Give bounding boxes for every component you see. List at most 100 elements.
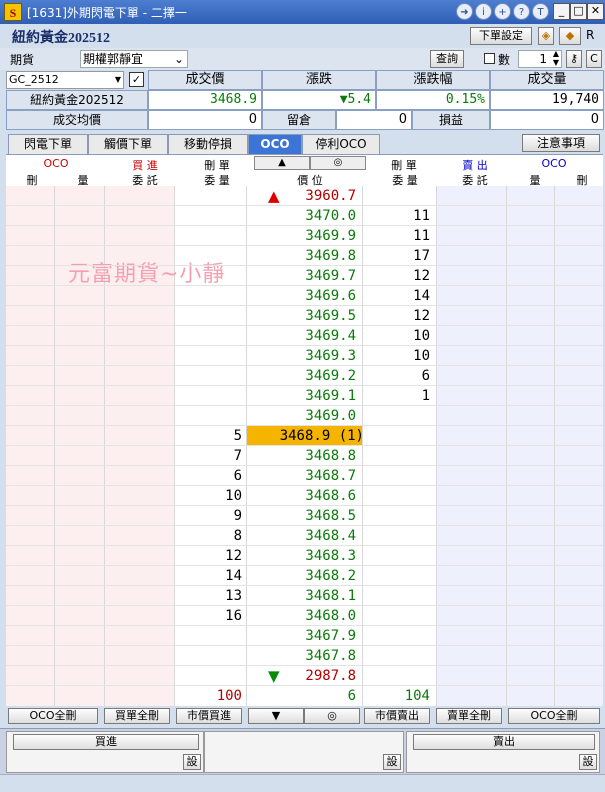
price-cell[interactable]: 3468.8 bbox=[256, 446, 368, 466]
t-icon[interactable]: T bbox=[532, 3, 549, 20]
ask-qty-cell[interactable]: 14 bbox=[370, 286, 430, 306]
order-settings-button[interactable]: 下單設定 bbox=[470, 27, 532, 45]
price-cell[interactable]: 3469.0 bbox=[256, 406, 368, 426]
symbol-select[interactable]: GC_2512 ▼ bbox=[6, 71, 124, 89]
c-button[interactable]: C bbox=[586, 50, 602, 68]
symbol-checkbox[interactable]: ✓ bbox=[129, 72, 144, 87]
keep-label: 留倉 bbox=[262, 110, 336, 130]
tab-flash-order[interactable]: 閃電下單 bbox=[8, 134, 88, 154]
bid-qty-cell[interactable]: 7 bbox=[174, 446, 242, 466]
sell-order-column[interactable] bbox=[436, 186, 506, 706]
notice-button[interactable]: 注意事項 bbox=[522, 134, 600, 152]
price-cell[interactable]: 3468.6 bbox=[256, 486, 368, 506]
oco-cancel-all-left-button[interactable]: OCO全刪 bbox=[8, 708, 98, 724]
ask-qty-cell[interactable]: 1 bbox=[370, 386, 430, 406]
middle-panel: 設 bbox=[204, 731, 404, 773]
price-cell[interactable]: 3469.1 bbox=[256, 386, 368, 406]
cancel-left-title: 刪 單 bbox=[204, 159, 230, 172]
strategy-value: 期權郭靜宜 bbox=[83, 52, 144, 66]
price-cell[interactable]: 3469.8 bbox=[256, 246, 368, 266]
price-cell[interactable]: 3468.0 bbox=[256, 606, 368, 626]
price-cell[interactable]: 3469.4 bbox=[256, 326, 368, 346]
price-cell[interactable]: 3469.7 bbox=[256, 266, 368, 286]
buy-button[interactable]: 買進 bbox=[13, 734, 199, 750]
price-cell[interactable]: 3468.1 bbox=[256, 586, 368, 606]
price-cell[interactable]: 3468.5 bbox=[256, 506, 368, 526]
market-sell-button[interactable]: 市價賣出 bbox=[364, 708, 430, 724]
maximize-icon[interactable]: □ bbox=[570, 3, 587, 20]
center-price-bottom-button[interactable]: ◎ bbox=[304, 708, 360, 724]
ask-total: 104 bbox=[404, 688, 430, 704]
bid-qty-cell[interactable]: 14 bbox=[174, 566, 242, 586]
pnl-value: 0 bbox=[490, 110, 604, 130]
arrow-right-icon[interactable]: ➜ bbox=[456, 3, 473, 20]
position-row: 成交均價 0 留倉 0 損益 0 bbox=[0, 110, 605, 130]
middle-settings-button[interactable]: 設 bbox=[383, 754, 401, 770]
diamond-icon[interactable]: ◈ bbox=[538, 27, 554, 45]
watermark: 元富期貨~小靜 bbox=[68, 262, 226, 287]
bid-qty-cell[interactable]: 8 bbox=[174, 526, 242, 546]
add-icon[interactable]: + bbox=[494, 3, 511, 20]
market-buy-button[interactable]: 市價買進 bbox=[176, 708, 242, 724]
center-price-button[interactable]: ◎ bbox=[310, 156, 366, 170]
oco-cancel-all-right-button[interactable]: OCO全刪 bbox=[508, 708, 600, 724]
ask-qty-cell[interactable]: 10 bbox=[370, 346, 430, 366]
price-cell[interactable]: 3469.9 bbox=[256, 226, 368, 246]
bid-qty-cell[interactable]: 13 bbox=[174, 586, 242, 606]
qty-value: 1 bbox=[539, 52, 547, 66]
keep-value: 0 bbox=[336, 110, 412, 130]
price-cell[interactable]: 3468.3 bbox=[256, 546, 368, 566]
price-cell[interactable]: 3469.6 bbox=[256, 286, 368, 306]
tab-oco[interactable]: OCO bbox=[248, 134, 302, 154]
bid-qty-cell[interactable]: 9 bbox=[174, 506, 242, 526]
strategy-select[interactable]: 期權郭靜宜 ⌄ bbox=[80, 50, 188, 68]
tab-trigger-order[interactable]: 觸價下單 bbox=[88, 134, 168, 154]
price-cell[interactable]: 3468.2 bbox=[256, 566, 368, 586]
qty-checkbox[interactable] bbox=[484, 53, 495, 64]
ask-qty-cell[interactable]: 10 bbox=[370, 326, 430, 346]
bid-qty-cell[interactable]: 5 bbox=[174, 426, 242, 446]
sell-button[interactable]: 賣出 bbox=[413, 734, 595, 750]
tab-trailing-stop[interactable]: 移動停損 bbox=[168, 134, 248, 154]
ask-qty-cell[interactable]: 12 bbox=[370, 306, 430, 326]
price-cell[interactable]: 3467.8 bbox=[256, 646, 368, 666]
qty-input[interactable]: 1 ▲ ▼ bbox=[518, 49, 562, 68]
price-cell[interactable]: 3467.9 bbox=[256, 626, 368, 646]
sell-cancel-all-button[interactable]: 賣單全刪 bbox=[436, 708, 502, 724]
price-cell[interactable]: 3468.9 (1) bbox=[256, 426, 368, 446]
price-cell[interactable]: 3469.2 bbox=[256, 366, 368, 386]
buy-settings-button[interactable]: 設 bbox=[183, 754, 201, 770]
bid-qty-cell[interactable]: 10 bbox=[174, 486, 242, 506]
help-icon[interactable]: ? bbox=[513, 3, 530, 20]
info-icon[interactable]: i bbox=[475, 3, 492, 20]
tab-take-profit-oco[interactable]: 停利OCO bbox=[302, 134, 380, 154]
scroll-up-button[interactable]: ▲ bbox=[254, 156, 310, 170]
r-label[interactable]: R bbox=[586, 28, 594, 42]
price-cell[interactable]: 3470.0 bbox=[256, 206, 368, 226]
avg-price-label: 成交均價 bbox=[6, 110, 148, 130]
ask-qty-cell[interactable]: 6 bbox=[370, 366, 430, 386]
bid-qty-cell[interactable]: 12 bbox=[174, 546, 242, 566]
price-cell[interactable]: 3468.7 bbox=[256, 466, 368, 486]
ask-qty-cell[interactable]: 11 bbox=[370, 206, 430, 226]
price-cell[interactable]: 3468.4 bbox=[256, 526, 368, 546]
ask-qty-cell[interactable]: 17 bbox=[370, 246, 430, 266]
bid-qty-cell[interactable]: 16 bbox=[174, 606, 242, 626]
buy-cancel-all-button[interactable]: 買單全刪 bbox=[104, 708, 170, 724]
buy-title: 買 進 bbox=[132, 159, 158, 172]
header-volume: 成交量 bbox=[490, 70, 604, 90]
ask-qty-cell[interactable]: 11 bbox=[370, 226, 430, 246]
spinner-icon[interactable]: ▲ ▼ bbox=[553, 49, 559, 67]
scroll-down-button[interactable]: ▼ bbox=[248, 708, 304, 724]
key-icon[interactable]: ⚷ bbox=[566, 50, 582, 68]
minimize-icon[interactable]: _ bbox=[553, 3, 570, 20]
query-button[interactable]: 查詢 bbox=[430, 50, 464, 68]
close-icon[interactable]: ✕ bbox=[587, 3, 604, 20]
app-icon: S bbox=[4, 3, 22, 21]
sell-settings-button[interactable]: 設 bbox=[579, 754, 597, 770]
price-cell[interactable]: 3469.3 bbox=[256, 346, 368, 366]
price-cell[interactable]: 3469.5 bbox=[256, 306, 368, 326]
bid-qty-cell[interactable]: 6 bbox=[174, 466, 242, 486]
double-diamond-icon[interactable]: ◆ bbox=[559, 27, 581, 45]
ask-qty-cell[interactable]: 12 bbox=[370, 266, 430, 286]
